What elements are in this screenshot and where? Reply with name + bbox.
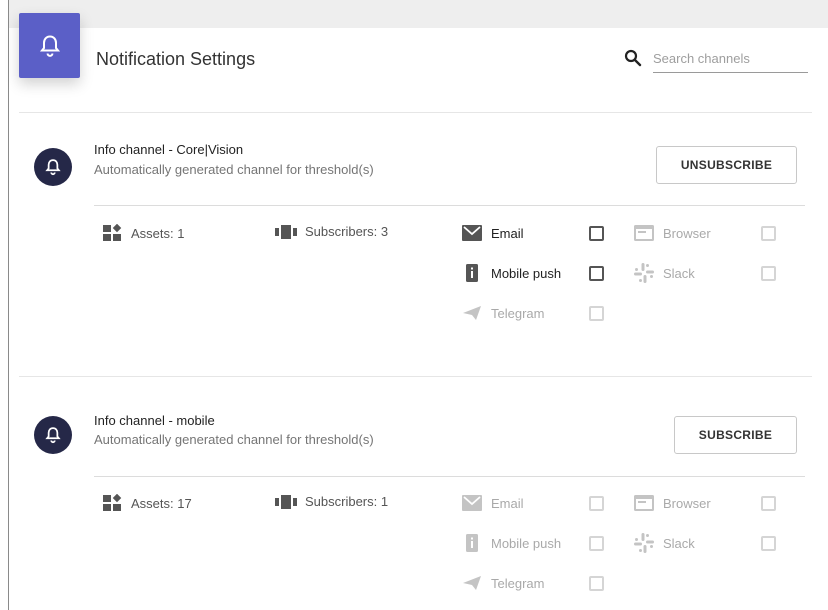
browser-checkbox[interactable] [761, 226, 776, 241]
channel-name: Info channel - mobile [94, 413, 215, 428]
browser-option: Browser [634, 224, 744, 242]
slack-icon [634, 263, 654, 283]
unsubscribe-button[interactable]: UNSUBSCRIBE [656, 146, 797, 184]
subscribe-button[interactable]: SUBSCRIBE [674, 416, 797, 454]
window-left-border [0, 0, 9, 610]
email-checkbox[interactable] [589, 496, 604, 511]
slack-label: Slack [663, 535, 695, 551]
search-input[interactable] [653, 45, 808, 73]
notifications-header-tile [19, 13, 80, 78]
telegram-option: Telegram [462, 304, 572, 322]
card-divider [19, 376, 812, 377]
slack-icon [634, 533, 654, 553]
telegram-checkbox[interactable] [589, 576, 604, 591]
mobile-push-checkbox[interactable] [589, 536, 604, 551]
mobile-push-icon [466, 534, 478, 552]
email-option: Email [462, 224, 572, 242]
slack-checkbox[interactable] [761, 266, 776, 281]
page-title: Notification Settings [96, 49, 256, 69]
assets-count: Assets: 1 [131, 225, 185, 241]
telegram-icon [463, 576, 481, 590]
channel-description: Automatically generated channel for thre… [94, 162, 374, 177]
assets-count: Assets: 17 [131, 495, 192, 511]
channel-avatar [34, 416, 72, 454]
mobile-push-option: Mobile push [462, 534, 582, 552]
channel-divider [94, 205, 805, 206]
top-strip [0, 0, 828, 28]
email-label: Email [491, 225, 524, 241]
search-icon[interactable] [624, 49, 642, 67]
mobile-push-checkbox[interactable] [589, 266, 604, 281]
browser-option: Browser [634, 494, 744, 512]
channel-description: Automatically generated channel for thre… [94, 432, 374, 447]
mobile-push-label: Mobile push [491, 265, 562, 281]
assets-icon [103, 494, 122, 511]
channel-divider [94, 476, 805, 477]
browser-label: Browser [663, 225, 711, 241]
assets-stat: Assets: 17 [103, 494, 192, 512]
card-divider [19, 112, 812, 113]
email-option: Email [462, 494, 572, 512]
bell-icon [45, 159, 61, 175]
telegram-label: Telegram [491, 575, 545, 591]
subscribers-count: Subscribers: 1 [305, 494, 389, 509]
slack-label: Slack [663, 265, 695, 281]
subscribers-stat: Subscribers: 1 [275, 494, 388, 509]
telegram-option: Telegram [462, 574, 572, 592]
assets-icon [103, 224, 122, 241]
subscribers-stat: Subscribers: 3 [275, 224, 388, 239]
bell-icon [45, 427, 61, 443]
mobile-push-label: Mobile push [491, 535, 562, 551]
subscribers-icon [275, 224, 297, 239]
assets-stat: Assets: 1 [103, 224, 184, 242]
channel-name: Info channel - Core|Vision [94, 142, 244, 157]
browser-icon [634, 225, 654, 241]
channel-avatar [34, 148, 72, 186]
email-icon [462, 225, 482, 241]
subscribers-count: Subscribers: 3 [305, 224, 389, 239]
subscribers-icon [275, 494, 297, 509]
telegram-icon [463, 306, 481, 320]
telegram-label: Telegram [491, 305, 545, 321]
search-box [624, 45, 808, 73]
browser-label: Browser [663, 495, 711, 511]
email-icon [462, 495, 482, 511]
mobile-push-option: Mobile push [462, 264, 582, 282]
email-label: Email [491, 495, 524, 511]
browser-checkbox[interactable] [761, 496, 776, 511]
telegram-checkbox[interactable] [589, 306, 604, 321]
mobile-push-icon [466, 264, 478, 282]
browser-icon [634, 495, 654, 511]
email-checkbox[interactable] [589, 226, 604, 241]
slack-option: Slack [634, 263, 744, 283]
slack-checkbox[interactable] [761, 536, 776, 551]
slack-option: Slack [634, 533, 744, 553]
bell-icon [39, 34, 60, 57]
